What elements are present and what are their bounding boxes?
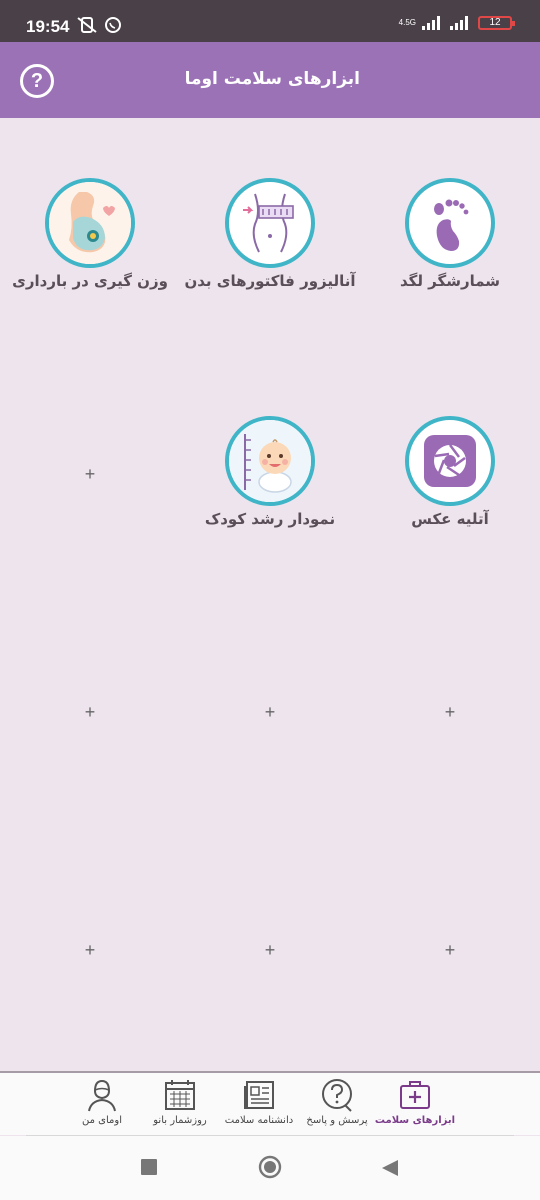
question-bubble-icon [322, 1079, 352, 1112]
medical-kit-icon [400, 1081, 430, 1109]
pregnancy-icon [49, 182, 131, 264]
user-avatar-icon [88, 1079, 116, 1112]
empty-slot-add[interactable]: + [440, 702, 460, 722]
nav-tab-health-tools[interactable]: ابزارهای سلامت [370, 1077, 460, 1126]
nav-tab-my-ooma[interactable]: اومای من [57, 1077, 147, 1126]
nav-label: روزشمار بانو [153, 1115, 207, 1126]
footprint-icon [434, 199, 469, 251]
tool-label: وزن گیری در بارداری [12, 272, 168, 290]
whatsapp-icon [105, 17, 121, 33]
nav-tab-health-encyclopedia[interactable]: دانشنامه سلامت [214, 1077, 304, 1126]
battery-icon: 12 [478, 16, 515, 30]
network-type: 4.5G [398, 18, 416, 27]
nav-label: اومای من [82, 1115, 122, 1126]
empty-slot-add[interactable]: + [80, 702, 100, 722]
home-icon[interactable] [258, 1155, 282, 1179]
baby-growth-icon [229, 420, 311, 502]
system-navigation-bar [0, 1136, 540, 1200]
help-button[interactable]: ? [20, 64, 54, 98]
tool-label: آتلیه عکس [411, 510, 489, 528]
empty-slot-add[interactable]: + [80, 464, 100, 484]
help-icon: ? [30, 70, 44, 92]
calendar-icon [165, 1080, 195, 1110]
bottom-navigation: ابزارهای سلامت پرسش و پاسخ دانشنامه سلام… [0, 1071, 540, 1135]
signal-icon [450, 16, 468, 30]
nav-label: ابزارهای سلامت [374, 1115, 456, 1126]
nav-tab-calendar[interactable]: روزشمار بانو [135, 1077, 225, 1126]
camera-aperture-icon [424, 435, 476, 487]
back-icon[interactable] [380, 1158, 400, 1178]
nav-tab-qa[interactable]: پرسش و پاسخ [292, 1077, 382, 1126]
tool-label: نمودار رشد کودک [204, 510, 336, 528]
nav-label: دانشنامه سلامت [224, 1115, 294, 1126]
status-time: 19:54 [26, 17, 70, 36]
tool-label: شمارشگر لگد [399, 272, 501, 290]
tool-label: آنالیزور فاکتورهای بدن [184, 272, 356, 290]
status-bar: 19:54 4.5G 12 [0, 0, 540, 42]
empty-slot-add[interactable]: + [260, 702, 280, 722]
app-header: ابزارهای سلامت اوما ? [0, 42, 540, 118]
newspaper-icon [244, 1081, 274, 1109]
empty-slot-add[interactable]: + [440, 940, 460, 960]
empty-slot-add[interactable]: + [80, 940, 100, 960]
empty-slot-add[interactable]: + [260, 940, 280, 960]
mute-vibrate-icon [77, 17, 97, 33]
signal-icon [422, 16, 440, 30]
recent-apps-icon[interactable] [140, 1158, 158, 1176]
page-title: ابزارهای سلامت اوما [184, 69, 360, 89]
nav-label: پرسش و پاسخ [306, 1115, 368, 1126]
body-measure-icon [243, 193, 294, 253]
